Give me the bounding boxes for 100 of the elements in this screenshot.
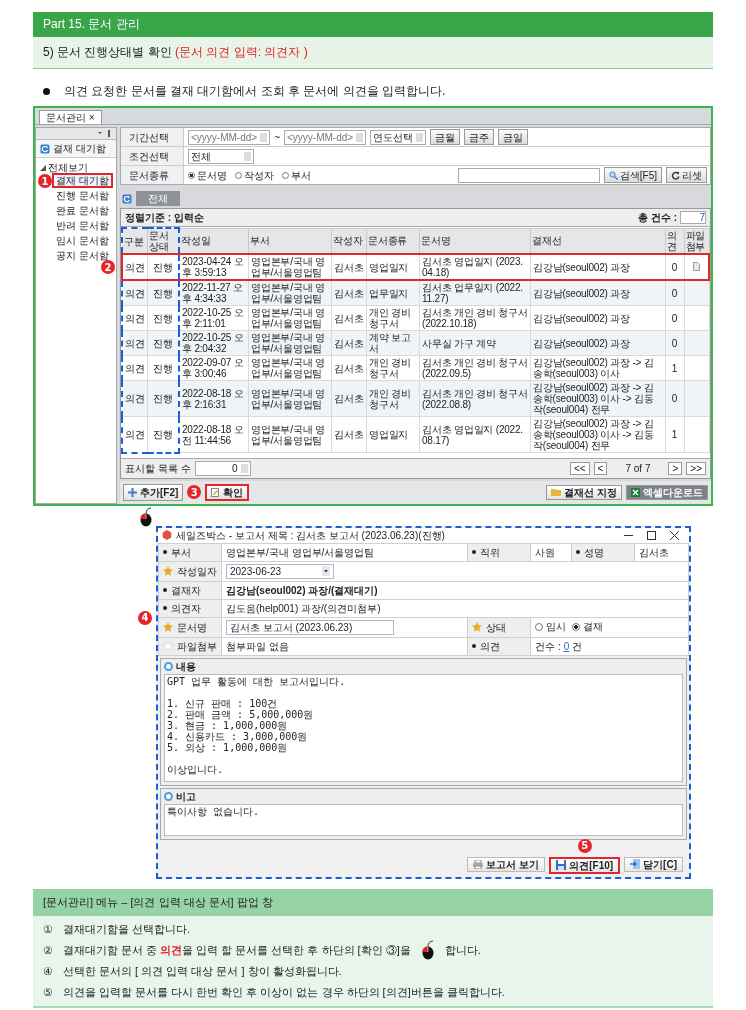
page-size-select[interactable]: 0 xyxy=(194,460,251,476)
radio-button[interactable]: 임시 xyxy=(535,621,567,633)
page-status: 7 of 7 xyxy=(625,462,651,474)
pin-icon xyxy=(98,130,112,137)
field-value: 김서초 xyxy=(638,546,669,558)
table-cell: 진행 xyxy=(147,416,179,453)
pager-button[interactable]: << xyxy=(569,461,590,475)
tree-item[interactable]: 반려 문서함 xyxy=(52,218,113,233)
section-icon xyxy=(164,791,173,801)
search-field[interactable] xyxy=(457,167,600,183)
section-label: 내용 xyxy=(176,660,196,672)
field-label: 문서종류 xyxy=(121,166,184,184)
field-label: 작성일자 xyxy=(177,565,217,577)
pager-button[interactable]: > xyxy=(668,461,683,475)
column-header[interactable]: 작성일 xyxy=(179,228,249,254)
table-cell: 김강남(seoul002) 과장 -> 김송학(seoul003) 이사 -> 김동작(seoul004) 전무 xyxy=(530,416,665,453)
folder-icon xyxy=(551,488,562,496)
column-header[interactable]: 문서명 xyxy=(419,228,531,254)
button[interactable]: 보고서 보기 xyxy=(467,856,546,872)
step-number: ② xyxy=(43,943,53,957)
button[interactable]: 금주 xyxy=(464,129,495,145)
maximize-icon[interactable] xyxy=(647,530,656,540)
content-field[interactable]: GPT 업무 활동에 대한 보고서입니다. 1. 신규 판매 : 100건 2. 판매 금액 : 5,000,000원 3. 현금 : 1,000,000원 4. 신용카드 : 3,000,000원 5. 외상 : 1,000,000원 이상입니다. xyxy=(164,673,683,782)
close-icon[interactable] xyxy=(670,530,679,540)
step-number: ⑤ xyxy=(43,985,53,999)
date-field[interactable]: <yyyy-MM-dd> xyxy=(188,129,271,145)
dropdown-icon xyxy=(322,566,330,576)
field-value: 첨부파일 없음 xyxy=(226,640,289,652)
app-icon xyxy=(162,530,172,540)
table-cell: 김강남(seoul002) 과장 xyxy=(530,330,665,356)
field-label: 의견 xyxy=(480,640,501,652)
table-cell: 영업본부/국내 영업부/서울영업팀 xyxy=(248,355,332,381)
note-icon xyxy=(211,487,221,497)
date-field[interactable]: 2023-06-23 xyxy=(226,563,334,579)
spreadsheet-icon xyxy=(631,487,640,497)
condition-select[interactable]: 전체 xyxy=(188,148,254,164)
field-value: 김도움(help001) 과장/(의견미첨부) xyxy=(226,602,381,614)
tab[interactable]: 문서관리 × xyxy=(39,110,102,124)
reset-button[interactable]: 리셋 xyxy=(666,167,707,183)
button[interactable]: 닫기[C] xyxy=(624,856,683,872)
field-label: 문서명 xyxy=(177,621,207,633)
table-cell: 2022-08-18 오전 11:44:56 xyxy=(179,416,249,453)
sort-label: 정렬기준 : 입력순 xyxy=(125,212,204,223)
page-size-label: 표시할 목록 수 xyxy=(125,462,191,474)
date-field[interactable]: <yyyy-MM-dd> xyxy=(283,129,367,145)
column-header[interactable]: 부서 xyxy=(248,228,332,254)
table-cell: 김강남(seoul002) 과장 -> 김송학(seoul003) 이사 xyxy=(530,355,665,381)
table-cell: 의견 xyxy=(122,280,148,306)
table-cell: 김서초 개인 경비 청구서(2022.10.18) xyxy=(419,305,531,331)
radio-button[interactable]: 작성자 xyxy=(235,169,274,181)
button[interactable]: 추가[F2] xyxy=(123,483,184,501)
table-cell: 김강남(seoul002) 과장 xyxy=(530,280,665,306)
field-label: 의견자 xyxy=(171,602,201,614)
tree-item[interactable]: 진행 문서함 xyxy=(52,188,113,203)
button[interactable]: 의견[F10] xyxy=(549,856,621,874)
refresh-icon xyxy=(671,170,680,180)
button[interactable]: 확인 xyxy=(205,483,250,501)
pager-button[interactable]: >> xyxy=(686,461,706,475)
button[interactable]: 엑셀다운로드 xyxy=(626,484,708,500)
field-label: 부서 xyxy=(171,546,191,558)
tree-item[interactable]: 완료 문서함 xyxy=(52,203,113,218)
sidebar-tab[interactable]: 결재 대기함 xyxy=(36,140,116,158)
text-field[interactable]: 김서초 보고서 (2023.06.23) xyxy=(226,619,394,635)
table-cell: 영업본부/국내 영업부/서울영업팀 xyxy=(248,305,332,331)
search-button[interactable]: 검색[F5] xyxy=(603,167,662,183)
step-text: 합니다. xyxy=(444,942,481,958)
table-cell: 1 xyxy=(665,416,684,453)
table-cell: 개인 경비 청구서 xyxy=(366,305,420,331)
tree-item[interactable]: 임시 문서함 xyxy=(52,233,113,248)
field-value: 영업본부/국내 영업부/서울영업팀 xyxy=(226,546,375,558)
remarks-field[interactable]: 특이사항 없습니다. xyxy=(164,803,683,836)
button[interactable]: 결재선 지정 xyxy=(546,484,622,500)
pager-button[interactable]: < xyxy=(593,461,608,475)
radio-button[interactable]: 결재 xyxy=(572,621,604,633)
step-badge: 2 xyxy=(101,260,115,274)
search-icon xyxy=(608,170,618,180)
button[interactable]: 금월 xyxy=(430,129,461,145)
step-text: 결재대기함 문서 중 의견을 입력 할 문서를 선택한 후 하단의 [확인 ③]을 xyxy=(63,942,411,958)
radio-button[interactable]: 부서 xyxy=(282,169,311,181)
bullet-icon xyxy=(43,88,50,95)
field-label: 성명 xyxy=(583,546,604,558)
table-cell: 영업일지 xyxy=(366,416,420,453)
table-cell: 김강남(seoul002) 과장 xyxy=(530,305,665,331)
tree-item[interactable]: 전체보기 xyxy=(48,162,88,173)
column-header[interactable]: 결재선 xyxy=(530,228,665,254)
window-title: 세일즈박스 - 보고서 제목 : 김서초 보고서 (2023.06.23)(진행) xyxy=(176,529,446,541)
field-label: 조건선택 xyxy=(121,147,184,165)
tree-item[interactable]: 결재 대기함 xyxy=(52,173,113,188)
button[interactable]: 금일 xyxy=(498,129,529,145)
column-header[interactable]: 문서상태 xyxy=(147,228,179,254)
tree-item[interactable]: 공지 문서함 xyxy=(52,248,113,263)
column-header[interactable]: 작성자 xyxy=(331,228,367,254)
table-cell: 김서초 xyxy=(331,416,367,453)
year-select[interactable]: 연도선택 xyxy=(370,129,427,145)
save-icon xyxy=(556,860,567,870)
column-header[interactable]: 파일첨부 xyxy=(684,228,709,254)
column-header[interactable]: 구분 xyxy=(122,228,148,254)
radio-button[interactable]: 문서명 xyxy=(188,169,227,181)
column-header[interactable]: 문서종류 xyxy=(366,228,420,254)
table-cell: 의견 xyxy=(122,330,148,356)
